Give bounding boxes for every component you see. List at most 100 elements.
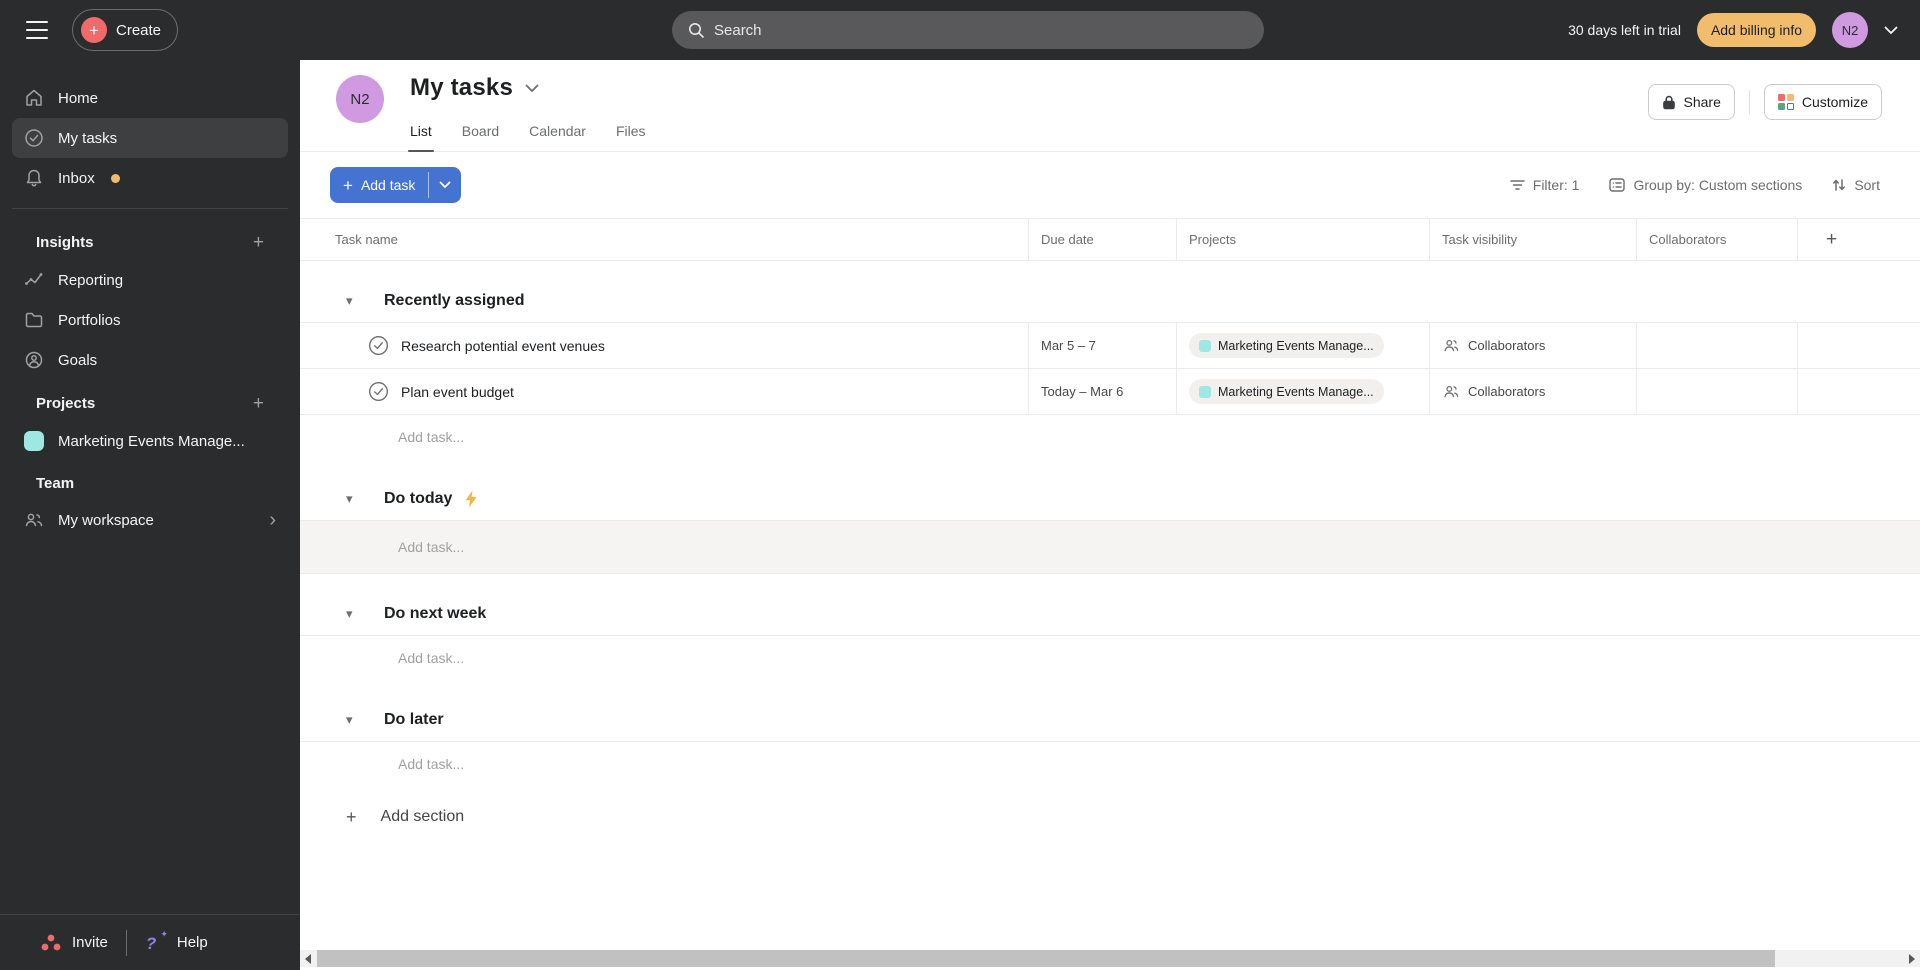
- tab-list[interactable]: List: [408, 123, 434, 152]
- share-button[interactable]: Share: [1647, 84, 1735, 120]
- project-pill: Marketing Events Manage...: [1189, 333, 1384, 358]
- column-header-collaborators[interactable]: Collaborators: [1637, 219, 1798, 260]
- chevron-down-icon: [440, 181, 451, 189]
- task-name-cell: Research potential event venues: [300, 323, 1029, 368]
- sidebar-item-home[interactable]: Home: [12, 78, 288, 118]
- header-actions-divider: [1748, 90, 1750, 114]
- sidebar-item-label: Reporting: [58, 271, 124, 289]
- add-task-inline[interactable]: Add task...: [300, 415, 1920, 459]
- scroll-left-arrow[interactable]: [300, 950, 316, 967]
- add-column-button[interactable]: +: [1798, 219, 1920, 260]
- visibility-label: Collaborators: [1468, 384, 1546, 399]
- add-billing-info-button[interactable]: Add billing info: [1696, 13, 1816, 47]
- collapse-triangle-icon[interactable]: ▾: [346, 491, 360, 507]
- topbar-right: 30 days left in trial Add billing info N…: [1568, 0, 1898, 60]
- horizontal-scrollbar[interactable]: [300, 950, 1920, 967]
- task-row[interactable]: Research potential event venues Mar 5 – …: [300, 323, 1920, 369]
- scroll-right-arrow[interactable]: [1904, 950, 1920, 967]
- section-name: Do next week: [384, 604, 487, 622]
- sort-arrows-icon: [1833, 179, 1846, 191]
- group-by-button[interactable]: Group by: Custom sections: [1609, 177, 1802, 193]
- inbox-notification-dot: [110, 173, 120, 183]
- column-header-projects[interactable]: Projects: [1177, 219, 1430, 260]
- add-task-split-button: + Add task: [330, 167, 462, 203]
- sidebar-item-project-marketing-events[interactable]: Marketing Events Manage...: [12, 421, 288, 461]
- sidebar-item-goals[interactable]: Goals: [12, 340, 288, 380]
- sidebar: Home My tasks Inbox Insights + Reporting: [0, 60, 300, 970]
- due-date-cell[interactable]: Today – Mar 6: [1029, 369, 1177, 414]
- collaborators-cell[interactable]: [1637, 323, 1798, 368]
- task-name-cell: Plan event budget: [300, 369, 1029, 414]
- complete-check-circle-icon[interactable]: [368, 335, 389, 356]
- section-header[interactable]: ▾ Recently assigned: [300, 279, 1920, 323]
- due-date: Mar 5 – 7: [1041, 338, 1096, 353]
- filter-button[interactable]: Filter: 1: [1510, 177, 1579, 193]
- search-input[interactable]: Search: [672, 11, 1264, 49]
- customize-button[interactable]: Customize: [1763, 84, 1882, 120]
- section-header[interactable]: ▾ Do next week: [300, 592, 1920, 636]
- sidebar-item-reporting[interactable]: Reporting: [12, 260, 288, 300]
- section-header[interactable]: ▾ Do later: [300, 698, 1920, 742]
- section-recently-assigned: ▾ Recently assigned Research potential e…: [300, 279, 1920, 459]
- sidebar-section-insights: Insights +: [12, 219, 288, 260]
- section-do-today: ▾ Do today Add task...: [300, 477, 1920, 574]
- sidebar-item-my-workspace[interactable]: My workspace ›: [12, 500, 288, 540]
- add-task-inline[interactable]: Add task...: [300, 521, 1920, 574]
- customize-label: Customize: [1801, 94, 1868, 110]
- page-title-row[interactable]: My tasks: [410, 74, 539, 102]
- due-date-cell[interactable]: Mar 5 – 7: [1029, 323, 1177, 368]
- add-task-inline[interactable]: Add task...: [300, 636, 1920, 680]
- collapse-triangle-icon[interactable]: ▾: [346, 606, 360, 622]
- column-header-task-name[interactable]: Task name: [300, 219, 1029, 260]
- sidebar-item-inbox[interactable]: Inbox: [12, 158, 288, 198]
- collaborators-cell[interactable]: [1637, 369, 1798, 414]
- column-header-due-date[interactable]: Due date: [1029, 219, 1177, 260]
- sidebar-toggle-icon[interactable]: [24, 20, 50, 40]
- page-avatar[interactable]: N2: [336, 75, 384, 123]
- sidebar-item-label: Inbox: [58, 169, 95, 187]
- sidebar-item-label: Goals: [58, 351, 98, 369]
- expand-workspace-chevron-right-icon[interactable]: ›: [269, 510, 276, 530]
- invite-asana-dots-icon: [41, 934, 61, 950]
- tab-files[interactable]: Files: [616, 123, 646, 151]
- projects-cell[interactable]: Marketing Events Manage...: [1177, 323, 1430, 368]
- plus-icon: +: [343, 175, 353, 195]
- add-task-button[interactable]: + Add task: [330, 167, 428, 203]
- user-avatar[interactable]: N2: [1832, 12, 1868, 48]
- footer-divider: [125, 929, 127, 956]
- task-visibility-cell[interactable]: Collaborators: [1430, 369, 1637, 414]
- section-title: Projects: [36, 395, 96, 412]
- collapse-triangle-icon[interactable]: ▾: [346, 293, 360, 309]
- add-task-inline[interactable]: Add task...: [300, 742, 1920, 786]
- people-icon: [1444, 386, 1459, 398]
- account-menu-chevron-down-icon[interactable]: [1884, 26, 1898, 35]
- add-section-button[interactable]: + Add section: [300, 808, 1920, 826]
- sort-button[interactable]: Sort: [1832, 177, 1880, 193]
- task-visibility-cell[interactable]: Collaborators: [1430, 323, 1637, 368]
- tab-board[interactable]: Board: [462, 123, 499, 151]
- team-people-icon: [25, 513, 43, 527]
- section-name: Recently assigned: [384, 291, 525, 309]
- scrollbar-thumb[interactable]: [317, 950, 1775, 967]
- section-header[interactable]: ▾ Do today: [300, 477, 1920, 521]
- column-header-task-visibility[interactable]: Task visibility: [1430, 219, 1637, 260]
- complete-check-circle-icon[interactable]: [368, 381, 389, 402]
- sidebar-item-label: Portfolios: [58, 311, 121, 329]
- help-button[interactable]: ? ✦ Help: [145, 929, 208, 954]
- sidebar-item-portfolios[interactable]: Portfolios: [12, 300, 288, 340]
- add-project-button[interactable]: +: [253, 394, 264, 413]
- main-content: N2 My tasks List Board Calendar Files Sh…: [300, 60, 1920, 970]
- add-task-menu-button[interactable]: [429, 167, 461, 203]
- tab-calendar[interactable]: Calendar: [529, 123, 586, 151]
- collapse-triangle-icon[interactable]: ▾: [346, 712, 360, 728]
- invite-button[interactable]: Invite: [40, 933, 108, 953]
- task-row[interactable]: Plan event budget Today – Mar 6 Marketin…: [300, 369, 1920, 415]
- trial-status-text: 30 days left in trial: [1568, 22, 1681, 38]
- table-header: Task name Due date Projects Task visibil…: [300, 218, 1920, 261]
- create-button[interactable]: + Create: [72, 9, 179, 51]
- add-insight-button[interactable]: +: [253, 233, 264, 252]
- sidebar-section-team: Team: [12, 461, 288, 500]
- title-chevron-down-icon[interactable]: [525, 84, 539, 93]
- sidebar-item-my-tasks[interactable]: My tasks: [12, 118, 288, 158]
- projects-cell[interactable]: Marketing Events Manage...: [1177, 369, 1430, 414]
